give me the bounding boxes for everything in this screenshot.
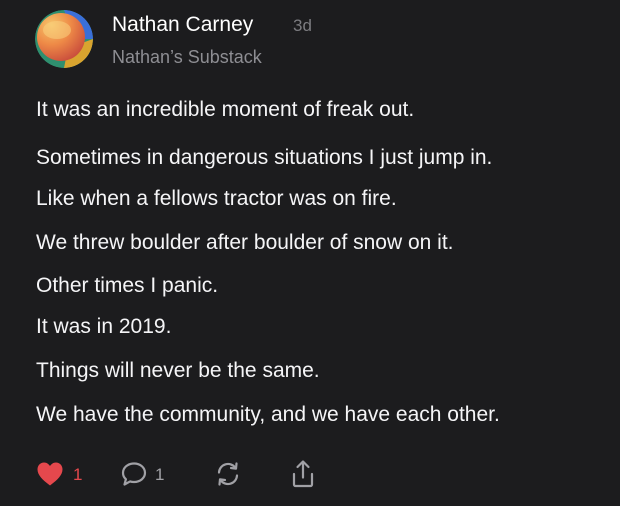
- post-body-line: Things will never be the same.: [36, 359, 320, 382]
- post-body-line: Other times I panic.: [36, 274, 219, 297]
- avatar[interactable]: [35, 10, 93, 68]
- note-post: Nathan Carney 3d Nathan’s Substack It wa…: [0, 0, 620, 506]
- restack-button[interactable]: [214, 458, 242, 490]
- share-button[interactable]: [289, 458, 317, 490]
- heart-icon: [36, 461, 64, 487]
- post-body-line: We threw boulder after boulder of snow o…: [36, 231, 454, 254]
- post-body-line: Sometimes in dangerous situations I just…: [36, 146, 493, 169]
- post-body-line: Like when a fellows tractor was on fire.: [36, 187, 397, 210]
- like-count: 1: [73, 464, 83, 484]
- share-icon: [289, 459, 317, 489]
- like-button[interactable]: 1: [36, 458, 82, 490]
- post-body-line: It was in 2019.: [36, 315, 172, 338]
- post-body-line: It was an incredible moment of freak out…: [36, 98, 415, 121]
- comment-button[interactable]: 1: [120, 458, 164, 490]
- post-timestamp: 3d: [293, 16, 312, 35]
- comment-count: 1: [155, 464, 165, 484]
- publication-name[interactable]: Nathan’s Substack: [112, 47, 262, 68]
- post-body-line: We have the community, and we have each …: [36, 403, 500, 426]
- restack-icon: [214, 460, 242, 488]
- comment-icon: [120, 460, 148, 488]
- author-name[interactable]: Nathan Carney: [112, 13, 253, 37]
